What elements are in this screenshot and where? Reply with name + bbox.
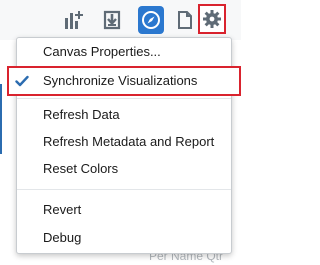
add-visualization-button[interactable] xyxy=(60,6,86,34)
page-icon xyxy=(178,11,192,29)
menu-item-label: Reset Colors xyxy=(43,161,119,176)
menu-separator xyxy=(17,189,231,190)
import-icon xyxy=(103,10,121,30)
compass-icon xyxy=(142,11,160,29)
settings-button[interactable] xyxy=(198,4,226,34)
menu-item-reset-colors[interactable]: Reset Colors xyxy=(17,157,231,181)
canvas-edge-indicator xyxy=(0,84,2,154)
menu-item-refresh-data[interactable]: Refresh Data xyxy=(17,103,231,127)
menu-item-refresh-metadata-and-report[interactable]: Refresh Metadata and Report xyxy=(17,130,231,154)
menu-item-canvas-properties[interactable]: Canvas Properties... xyxy=(17,40,231,64)
menu-item-label: Debug xyxy=(43,230,82,245)
menu-item-label: Revert xyxy=(43,202,82,217)
explore-button[interactable] xyxy=(138,6,164,34)
page-button[interactable] xyxy=(172,6,198,34)
bar-chart-plus-icon xyxy=(65,11,83,29)
gear-icon xyxy=(203,10,221,28)
menu-separator xyxy=(17,98,231,99)
menu-item-label: Canvas Properties... xyxy=(43,44,161,59)
menu-item-revert[interactable]: Revert xyxy=(17,198,231,222)
menu-item-label: Synchronize Visualizations xyxy=(43,73,198,88)
menu-item-synchronize-visualizations[interactable]: Synchronize Visualizations xyxy=(7,66,241,96)
settings-menu: Canvas Properties... Synchronize Visuali… xyxy=(7,37,241,254)
menu-item-debug[interactable]: Debug xyxy=(17,226,231,250)
toolbar xyxy=(0,0,241,40)
checkmark-icon xyxy=(15,74,29,93)
menu-item-label: Refresh Data xyxy=(43,107,120,122)
menu-item-label: Refresh Metadata and Report xyxy=(43,134,215,149)
import-button[interactable] xyxy=(99,6,125,34)
